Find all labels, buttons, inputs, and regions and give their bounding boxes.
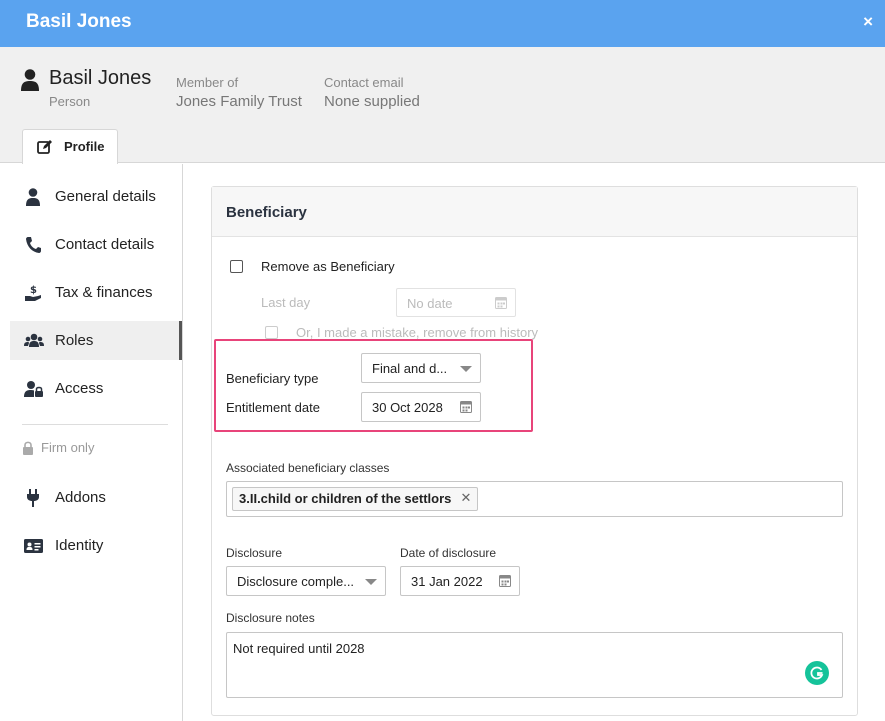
entitlement-date-value: 30 Oct 2028 [372,400,443,415]
panel-title: Beneficiary [226,204,307,221]
sidebar-item-access[interactable]: Access [10,369,182,408]
person-type: Person [49,94,91,109]
sidebar-item-label: Addons [55,489,106,506]
person-icon [21,69,39,91]
beneficiary-class-tag: 3.II.child or children of the settlors ✕ [232,487,479,511]
phone-icon [26,237,41,253]
beneficiary-type-value: Final and d... [372,361,448,376]
beneficiary-type-label: Beneficiary type [226,371,319,386]
sidebar-item-label: Access [55,380,104,397]
date-of-disclosure-input[interactable]: 31 Jan 2022 [400,566,520,596]
person-name: Basil Jones [49,67,152,89]
date-of-disclosure-value: 31 Jan 2022 [411,574,483,589]
sidebar: General details Contact details $ Tax & … [0,164,183,721]
entitlement-date-input[interactable]: 30 Oct 2028 [361,392,481,422]
member-of-value: Jones Family Trust [176,93,302,110]
remove-beneficiary-checkbox[interactable] [230,260,243,273]
last-day-label: Last day [261,295,311,310]
sidebar-item-label: Contact details [55,236,155,253]
sidebar-item-roles[interactable]: Roles [10,321,182,360]
calendar-icon[interactable] [499,574,511,587]
remove-beneficiary-label: Remove as Beneficiary [261,259,395,274]
chevron-down-icon [365,579,377,585]
remove-tag-icon[interactable]: ✕ [460,490,471,506]
edit-icon [37,140,52,154]
sidebar-item-label: General details [55,188,156,205]
sidebar-item-label: Tax & finances [55,284,153,301]
date-of-disclosure-label: Date of disclosure [400,546,497,560]
disclosure-notes-value: Not required until 2028 [233,641,365,656]
sidebar-item-general-details[interactable]: General details [10,177,182,216]
disclosure-notes-textarea[interactable]: Not required until 2028 [226,632,843,698]
lock-icon [23,441,33,455]
disclosure-value: Disclosure comple... [237,574,355,589]
sidebar-item-tax-finances[interactable]: $ Tax & finances [10,273,182,312]
disclosure-select[interactable]: Disclosure comple... [226,566,386,596]
contact-email-value: None supplied [324,93,420,110]
disclosure-label: Disclosure [226,546,283,560]
close-icon[interactable]: × [863,12,873,32]
calendar-icon[interactable] [460,400,472,413]
last-day-placeholder: No date [407,296,453,311]
contact-email-label: Contact email [324,75,404,90]
sidebar-item-addons[interactable]: Addons [10,478,182,517]
sidebar-item-label: Roles [55,332,94,349]
hand-dollar-icon: $ [25,285,41,301]
id-card-icon [24,539,43,553]
entitlement-date-label: Entitlement date [226,400,320,415]
user-lock-icon [24,381,43,397]
plug-icon [27,489,39,507]
remove-from-history-label: Or, I made a mistake, remove from histor… [296,325,539,340]
window-titlebar: Basil Jones × [0,0,885,47]
chevron-down-icon [460,366,472,372]
tab-profile[interactable]: Profile [22,129,118,164]
grammarly-icon[interactable] [805,661,829,685]
beneficiary-class-tag-label: 3.II.child or children of the settlors [239,491,452,506]
sidebar-divider [22,424,168,425]
person-icon [26,188,40,206]
last-day-date-input[interactable]: No date [396,288,516,317]
calendar-icon [495,297,507,309]
firm-only-label: Firm only [41,440,95,455]
svg-text:$: $ [30,285,37,296]
beneficiary-classes-input[interactable]: 3.II.child or children of the settlors ✕ [226,481,843,517]
beneficiary-classes-label: Associated beneficiary classes [226,461,390,475]
disclosure-notes-label: Disclosure notes [226,611,315,625]
panel-header: Beneficiary [212,187,857,237]
member-of-label: Member of [176,75,239,90]
users-icon [24,333,44,347]
sidebar-item-contact-details[interactable]: Contact details [10,225,182,264]
sidebar-item-label: Identity [55,537,104,554]
tab-profile-label: Profile [64,139,105,154]
remove-from-history-checkbox[interactable] [265,326,278,339]
person-header: Basil Jones Person Member of Jones Famil… [0,47,885,164]
sidebar-item-identity[interactable]: Identity [10,526,182,565]
beneficiary-type-select[interactable]: Final and d... [361,353,481,383]
window-title: Basil Jones [26,11,132,32]
